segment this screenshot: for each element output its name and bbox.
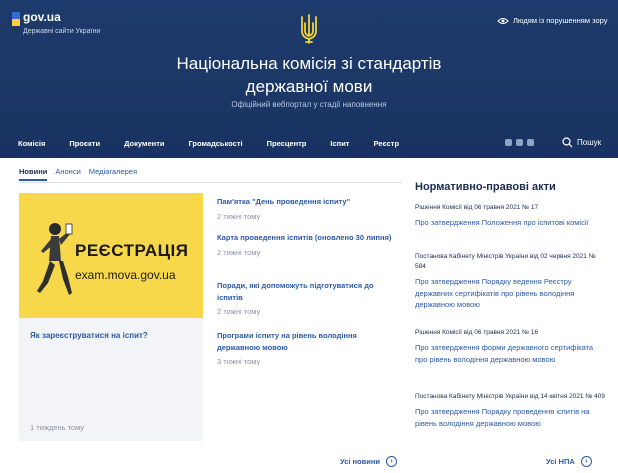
npa-item-header: Постанова Кабінету Міністрів України від… <box>415 393 605 400</box>
news-item: Поради, які допоможуть підготуватися до … <box>217 280 397 316</box>
promo-title: РЕЄСТРАЦІЯ <box>75 241 189 260</box>
npa-item-header: Рішення Комісії від 06 травня 2021 № 16 <box>415 329 539 336</box>
page-subtitle: Офіційний вебпортал у стадії наповнення <box>231 100 387 109</box>
search-icon <box>562 137 573 148</box>
gov-ua-subtitle[interactable]: Державні сайти України <box>23 28 100 35</box>
accessibility-toggle[interactable]: Людям із порушенням зору <box>497 16 607 25</box>
search-button[interactable]: Пошук <box>562 137 601 148</box>
npa-section-title: Нормативно-правові акти <box>415 181 556 193</box>
news-title-link[interactable]: Програми іспиту на рівень володіння держ… <box>217 330 397 353</box>
nav-item-exam[interactable]: Іспит <box>330 139 349 148</box>
promo-image[interactable]: РЕЄСТРАЦІЯ exam.mova.gov.ua <box>19 193 203 318</box>
news-title-link[interactable]: Поради, які допоможуть підготуватися до … <box>217 280 397 303</box>
news-title-link[interactable]: Карта проведення іспитів (оновлено 30 ли… <box>217 232 397 244</box>
news-item: Програми іспиту на рівень володіння держ… <box>217 330 397 366</box>
main-nav: Комісія Проєкти Документи Громадськості … <box>18 139 423 148</box>
news-item: Пам'ятка "День проведення іспиту" 2 тижн… <box>217 196 397 221</box>
nav-item-public[interactable]: Громадськості <box>188 139 242 148</box>
news-date: 3 тижні тому <box>217 357 261 366</box>
npa-item-header: Постанова Кабінету Міністрів України від… <box>415 253 596 270</box>
nav-item-documents[interactable]: Документи <box>124 139 164 148</box>
news-item: Карта проведення іспитів (оновлено 30 ли… <box>217 232 397 257</box>
npa-item-link[interactable]: Про затвердження Порядку проведення іспи… <box>415 406 605 429</box>
nav-item-press[interactable]: Пресцентр <box>267 139 307 148</box>
news-date: 2 тижні тому <box>217 247 261 257</box>
featured-news-link[interactable]: Як зареєструватися на іспит? <box>30 331 148 340</box>
accessibility-label: Людям із порушенням зору <box>513 16 608 25</box>
npa-item: Рішення Комісії від 06 травня 2021 № 17 … <box>415 203 605 229</box>
promo-url: exam.mova.gov.ua <box>75 268 176 282</box>
site-header: gov.ua Державні сайти України Людям із п… <box>0 0 618 158</box>
all-news-label: Усі новини <box>340 457 381 466</box>
nav-item-commission[interactable]: Комісія <box>18 139 45 148</box>
social-links <box>505 139 534 146</box>
news-tabs: Новини Анонси Медіагалерея <box>19 167 137 181</box>
page-title: Національна комісія зі стандартів держав… <box>176 54 442 96</box>
arrow-right-icon: › <box>386 456 398 467</box>
all-npa-link[interactable]: Усі НПА › <box>546 456 592 467</box>
arrow-right-icon: › <box>580 456 592 467</box>
news-title-link[interactable]: Пам'ятка "День проведення іспиту" <box>217 196 397 208</box>
facebook-icon[interactable] <box>505 139 512 146</box>
npa-item-link[interactable]: Про затвердження форми державного сертиф… <box>415 342 605 365</box>
gov-ua-logo[interactable]: gov.ua <box>23 10 61 24</box>
featured-news-card[interactable]: РЕЄСТРАЦІЯ exam.mova.gov.ua Як зареєстру… <box>19 193 203 441</box>
featured-news-date: 1 тиждень тому <box>30 423 85 432</box>
trident-emblem-icon <box>301 14 317 44</box>
npa-item: Постанова Кабінету Міністрів України від… <box>415 252 605 311</box>
npa-item-header: Рішення Комісії від 06 травня 2021 № 17 <box>415 204 539 211</box>
npa-item-link[interactable]: Про затвердження Положення про іспитові … <box>415 217 605 229</box>
nav-item-projects[interactable]: Проєкти <box>69 139 100 148</box>
npa-item-link[interactable]: Про затвердження Порядку ведення Реєстру… <box>415 276 605 311</box>
ukraine-flag-icon <box>12 12 20 26</box>
eye-icon <box>497 17 509 24</box>
all-news-link[interactable]: Усі новини › <box>340 456 398 467</box>
all-npa-label: Усі НПА <box>546 457 575 466</box>
tabs-divider <box>19 182 402 183</box>
npa-item: Рішення Комісії від 06 травня 2021 № 16 … <box>415 328 605 365</box>
tab-news[interactable]: Новини <box>19 167 48 181</box>
news-date: 2 тижні тому <box>217 307 261 316</box>
news-date: 2 тижні тому <box>217 211 261 221</box>
youtube-icon[interactable] <box>527 139 534 146</box>
tab-announcements[interactable]: Анонси <box>55 167 80 181</box>
nav-item-register[interactable]: Реєстр <box>373 139 399 148</box>
running-person-icon <box>37 223 73 295</box>
tab-media-gallery[interactable]: Медіагалерея <box>89 167 137 181</box>
search-label: Пошук <box>577 138 602 147</box>
npa-item: Постанова Кабінету Міністрів України від… <box>415 392 605 429</box>
telegram-icon[interactable] <box>516 139 523 146</box>
